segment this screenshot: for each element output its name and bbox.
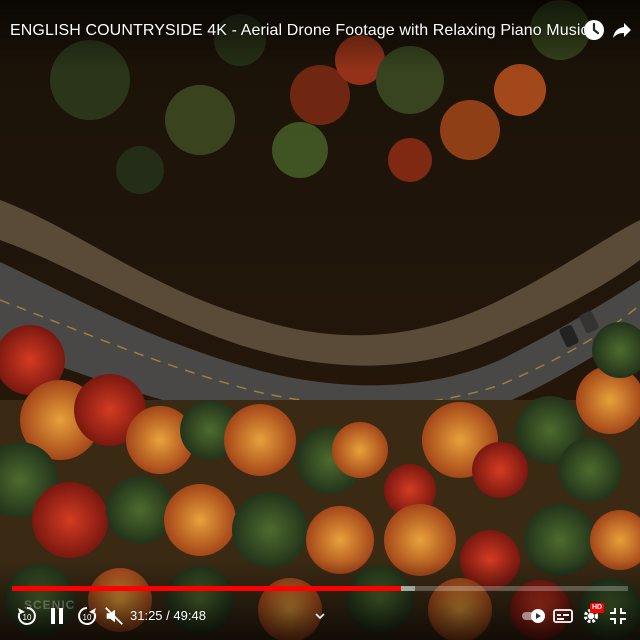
forward-icon: 10	[78, 607, 97, 625]
chevron-down-icon	[315, 613, 325, 620]
autoplay-toggle[interactable]	[520, 603, 548, 629]
captions-icon	[553, 609, 573, 623]
current-time: 31:25	[130, 608, 163, 623]
rewind-label: 10	[23, 613, 32, 622]
video-frame[interactable]	[0, 0, 640, 640]
settings-button[interactable]: HD	[578, 603, 605, 629]
forward-10-button[interactable]: 10	[74, 603, 100, 629]
autoplay-toggle-icon	[522, 609, 545, 623]
share-icon[interactable]	[610, 18, 634, 42]
video-scene	[0, 0, 640, 640]
duration: 49:48	[173, 608, 206, 623]
pause-button[interactable]	[44, 603, 70, 629]
forward-label: 10	[83, 613, 92, 622]
hd-badge: HD	[590, 603, 605, 613]
watch-later-icon[interactable]	[582, 18, 606, 42]
fullscreen-exit-icon	[610, 608, 626, 624]
played-bar	[12, 586, 401, 591]
fullscreen-button[interactable]	[606, 603, 630, 629]
video-title[interactable]: ENGLISH COUNTRYSIDE 4K - Aerial Drone Fo…	[10, 22, 589, 40]
time-display: 31:25 / 49:48	[130, 608, 206, 623]
rewind-icon: 10	[17, 607, 36, 625]
captions-button[interactable]	[552, 603, 574, 629]
time-separator: /	[162, 608, 174, 623]
progress-bar[interactable]	[12, 586, 628, 591]
volume-muted-icon	[105, 607, 123, 625]
expand-chevron-button[interactable]	[312, 603, 328, 629]
rewind-10-button[interactable]: 10	[14, 603, 40, 629]
mute-button[interactable]	[102, 603, 126, 629]
pause-icon	[51, 608, 63, 624]
